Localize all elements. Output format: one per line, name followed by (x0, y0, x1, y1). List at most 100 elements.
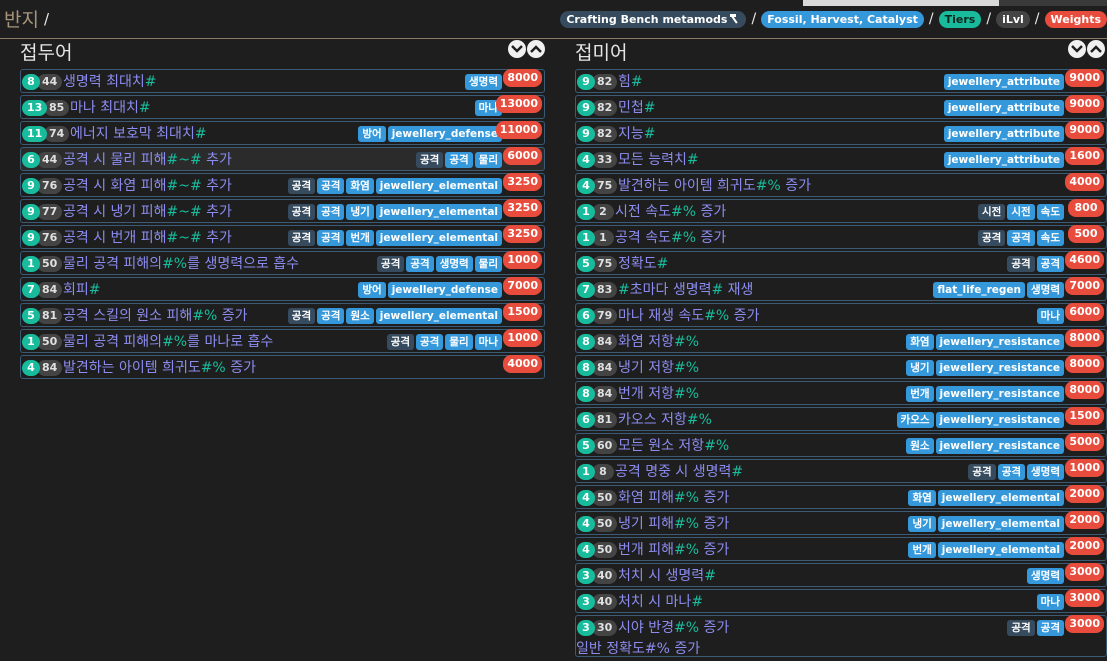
mod-row[interactable]: 1 50 물리 공격 피해의#%를 생명력으로 흡수 공격 공격 생명력 물리 1000 (20, 251, 545, 275)
mod-text: 생명력 최대치# (63, 71, 156, 91)
mod-text-main: 힘 (618, 74, 631, 90)
mod-tag: jewellery_defense (387, 126, 502, 142)
horizontal-scrollbar-thumb[interactable] (803, 0, 999, 6)
ilvl-badge: 50 (592, 490, 618, 506)
crumb-weights[interactable]: Weights (1044, 10, 1107, 28)
mod-text-main: 처치 시 마나 (618, 594, 692, 610)
collapse-all-button[interactable] (1087, 40, 1105, 58)
mod-tags: 방어 jewellery_defense (358, 126, 502, 142)
mod-row[interactable]: 4 84 발견하는 아이템 희귀도#% 증가 4000 (20, 355, 545, 379)
mod-tag: 생명력 (465, 74, 502, 90)
mod-text-suffix: 증가 (217, 308, 248, 324)
mod-text: 화염 저항#% (618, 331, 699, 351)
weight-badge: 2000 (1065, 511, 1104, 529)
crumb-fossil-harvest-catalyst[interactable]: Fossil, Harvest, Catalyst (761, 10, 924, 28)
mod-text: 지능# (618, 123, 656, 143)
page-title: 반지 (4, 9, 39, 31)
ilvl-badge: 82 (592, 100, 618, 116)
mod-row[interactable]: 3 30 시야 반경#% 증가 일반 정확도#% 증가 공격 공격 3000 (575, 615, 1107, 657)
mod-text: 공격 시 번개 피해#~# 추가 (63, 227, 232, 247)
mod-row[interactable]: 9 77 공격 시 냉기 피해#~# 추가 공격 공격 냉기 jewellery_eleme… (20, 199, 545, 223)
mod-text-main: 공격 스킬의 원소 피해 (63, 308, 193, 324)
mod-row[interactable]: 4 50 화염 피해#% 증가 화염 jewellery_elemental 2000 (575, 485, 1107, 509)
crumb-tiers[interactable]: Tiers (938, 10, 982, 28)
suffix-title: 접미어 (575, 42, 628, 64)
mod-row[interactable]: 11 74 에너지 보호막 최대치# 방어 jewellery_defense 11000 (20, 121, 545, 145)
filter-breadcrumbs: Crafting Bench metamods / Fossil, Harvest,… (560, 10, 1107, 28)
mod-text-main: 공격 시 번개 피해 (63, 230, 167, 246)
mod-text: 시야 반경#% 증가 (618, 617, 729, 637)
mod-row[interactable]: 5 60 모든 원소 저항#% 원소 jewellery_resistance 5000 (575, 433, 1107, 457)
weight-badge: 6000 (503, 147, 542, 165)
weight-badge: 1000 (503, 329, 542, 347)
mod-row[interactable]: 9 82 민첩# jewellery_attribute 9000 (575, 95, 1107, 119)
mod-tag: jewellery_resistance (935, 438, 1064, 454)
mod-tag: jewellery_attribute (943, 100, 1064, 116)
mod-tag: jewellery_elemental (937, 542, 1064, 558)
mod-text-main: 모든 능력치 (618, 152, 687, 168)
mod-text-suffix: 를 마나로 흡수 (187, 334, 274, 350)
collapse-all-button[interactable] (527, 40, 545, 58)
crumb-ilvl[interactable]: iLvl (996, 10, 1030, 28)
expand-all-button[interactable] (1068, 40, 1086, 58)
mod-row[interactable]: 6 79 마나 재생 속도#% 증가 마나 6000 (575, 303, 1107, 327)
mod-row[interactable]: 4 50 번개 피해#% 증가 번개 jewellery_elemental 2000 (575, 537, 1107, 561)
mod-row[interactable]: 3 40 처치 시 마나# 마나 3000 (575, 589, 1107, 613)
mod-row[interactable]: 7 83 #초마다 생명력# 재생 flat_life_regen 생명력 7000 (575, 277, 1107, 301)
mod-row[interactable]: 8 84 번개 저항#% 번개 jewellery_resistance 8000 (575, 381, 1107, 405)
mod-value-placeholder: # (711, 282, 724, 298)
mod-tag: jewellery_defense (387, 282, 502, 298)
tier-badge: 6 (22, 152, 40, 168)
ilvl-badge: 50 (592, 542, 618, 558)
expand-all-button[interactable] (508, 40, 526, 58)
mod-row[interactable]: 4 50 냉기 피해#% 증가 냉기 jewellery_elemental 2000 (575, 511, 1107, 535)
mod-value-placeholder: #% (673, 360, 700, 376)
ilvl-badge: 40 (592, 594, 618, 610)
mod-text-main: 냉기 저항 (618, 360, 674, 376)
mod-row[interactable]: 9 76 공격 시 화염 피해#~# 추가 공격 공격 화염 jewellery_eleme… (20, 173, 545, 197)
mod-text-main: 화염 피해 (618, 490, 674, 506)
mod-row[interactable]: 3 40 처치 시 생명력# 생명력 3000 (575, 563, 1107, 587)
tier-badge: 9 (577, 126, 595, 142)
ilvl-badge: 30 (592, 620, 618, 636)
mod-tag: 공격 (317, 230, 345, 246)
mod-value-placeholder: #% (162, 334, 188, 350)
ilvl-badge: 50 (37, 334, 63, 350)
hammer-icon (730, 13, 739, 24)
mod-text-suffix: 증가 (699, 620, 730, 636)
mod-value-placeholder: # (643, 126, 656, 142)
mod-row[interactable]: 4 75 발견하는 아이템 희귀도#% 증가 4000 (575, 173, 1107, 197)
mod-row[interactable]: 1 1 공격 속도#% 증가 공격 공격 속도 500 (575, 225, 1107, 249)
mod-row[interactable]: 9 82 힘# jewellery_attribute 9000 (575, 69, 1107, 93)
mod-row[interactable]: 8 84 화염 저항#% 화염 jewellery_resistance 8000 (575, 329, 1107, 353)
mod-text: 민첩# (618, 97, 656, 117)
mod-text-main: 마나 최대치 (70, 100, 139, 116)
mod-row[interactable]: 9 82 지능# jewellery_attribute 9000 (575, 121, 1107, 145)
ilvl-badge: 75 (592, 178, 618, 194)
mod-row[interactable]: 5 81 공격 스킬의 원소 피해#% 증가 공격 공격 원소 jewellery_elem… (20, 303, 545, 327)
mod-tag: 공격 (317, 308, 345, 324)
mod-value-placeholder: #% (673, 490, 700, 506)
mod-row[interactable]: 7 84 회피# 방어 jewellery_defense 7000 (20, 277, 545, 301)
weight-badge: 8000 (503, 69, 542, 87)
mod-row[interactable]: 9 76 공격 시 번개 피해#~# 추가 공격 공격 번개 jewellery_eleme… (20, 225, 545, 249)
mod-row[interactable]: 13 85 마나 최대치# 마나 13000 (20, 95, 545, 119)
mod-row[interactable]: 6 81 카오스 저항#% 카오스 jewellery_resistance 1500 (575, 407, 1107, 431)
mod-tag: 카오스 (896, 412, 934, 428)
mod-text-main: 처치 시 생명력 (618, 568, 705, 584)
mod-row[interactable]: 6 44 공격 시 물리 피해#~# 추가 공격 공격 물리 6000 (20, 147, 545, 171)
weight-badge: 3250 (503, 199, 542, 217)
mod-text-main: 공격 명중 시 생명력 (615, 464, 732, 480)
ilvl-badge: 75 (592, 256, 618, 272)
horizontal-scrollbar-track[interactable] (999, 0, 1107, 6)
mod-row[interactable]: 8 84 냉기 저항#% 냉기 jewellery_resistance 8000 (575, 355, 1107, 379)
mod-row[interactable]: 8 44 생명력 최대치# 생명력 8000 (20, 69, 545, 93)
mod-row[interactable]: 1 8 공격 명중 시 생명력# 공격 공격 생명력 1000 (575, 459, 1107, 483)
crumb-crafting-bench-metamods[interactable]: Crafting Bench metamods (560, 10, 747, 28)
mod-row[interactable]: 5 75 정확도# 공격 공격 4600 (575, 251, 1107, 275)
mod-row[interactable]: 1 50 물리 공격 피해의#%를 마나로 흡수 공격 공격 물리 마나 1000 (20, 329, 545, 353)
mod-row[interactable]: 1 2 시전 속도#% 증가 시전 시전 속도 800 (575, 199, 1107, 223)
mod-row[interactable]: 4 33 모든 능력치# jewellery_attribute 1600 (575, 147, 1107, 171)
mod-tag: jewellery_elemental (375, 178, 502, 194)
tier-badge: 13 (22, 100, 48, 116)
